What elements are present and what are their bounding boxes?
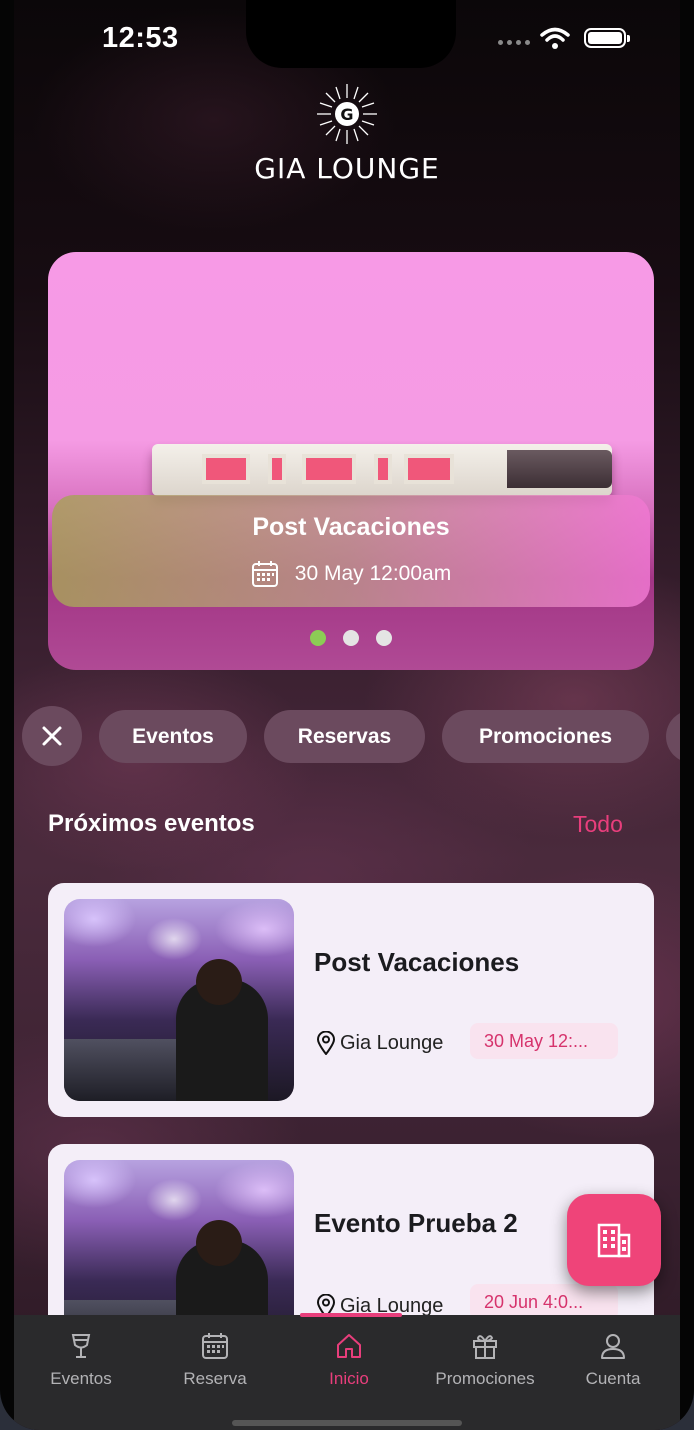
nav-label-inicio: Inicio bbox=[329, 1369, 369, 1388]
filter-chips: Eventos Reservas Promociones bbox=[22, 706, 680, 768]
chip-more[interactable] bbox=[666, 710, 680, 763]
cassette-image bbox=[152, 444, 612, 496]
nav-promociones[interactable]: Promociones bbox=[418, 1331, 552, 1389]
home-screen: 12:53 G GIA LOUNGE Post Vacaciones 30 Ma… bbox=[14, 0, 680, 1430]
gift-icon bbox=[473, 1335, 497, 1359]
status-bar: 12:53 bbox=[14, 0, 680, 80]
featured-event-banner[interactable]: Post Vacaciones 30 May 12:00am bbox=[52, 495, 650, 607]
featured-carousel[interactable]: Post Vacaciones 30 May 12:00am bbox=[48, 252, 654, 670]
nav-eventos[interactable]: Eventos bbox=[14, 1331, 148, 1389]
nav-label-cuenta: Cuenta bbox=[585, 1369, 641, 1388]
building-icon bbox=[597, 1223, 631, 1258]
nav-cuenta[interactable]: Cuenta bbox=[546, 1331, 680, 1389]
carousel-dot-1[interactable] bbox=[310, 630, 326, 646]
carousel-pagination bbox=[310, 630, 392, 646]
venue-fab-button[interactable] bbox=[567, 1194, 661, 1286]
active-tab-indicator bbox=[300, 1313, 402, 1317]
event-card[interactable]: Post Vacaciones Gia Lounge 30 May 12:... bbox=[48, 883, 654, 1117]
section-title: Próximos eventos bbox=[48, 810, 255, 837]
chip-promociones[interactable]: Promociones bbox=[442, 710, 649, 763]
battery-icon bbox=[584, 28, 630, 48]
close-icon bbox=[42, 726, 62, 746]
wifi-icon bbox=[540, 27, 570, 49]
carousel-dot-3[interactable] bbox=[376, 630, 392, 646]
event-photo bbox=[64, 899, 294, 1101]
calendar-icon bbox=[202, 1333, 228, 1359]
carousel-dot-2[interactable] bbox=[343, 630, 359, 646]
chip-eventos[interactable]: Eventos bbox=[99, 710, 247, 763]
nav-label-eventos: Eventos bbox=[50, 1369, 112, 1388]
svg-text:G: G bbox=[340, 105, 353, 124]
event-title: Evento Prueba 2 bbox=[314, 1208, 518, 1238]
event-title: Post Vacaciones bbox=[314, 947, 520, 977]
home-indicator bbox=[232, 1420, 462, 1426]
sunburst-g-logo-icon: G bbox=[317, 84, 377, 144]
device-frame: 12:53 G GIA LOUNGE Post Vacaciones 30 Ma… bbox=[0, 0, 694, 1430]
user-icon bbox=[601, 1334, 625, 1359]
nav-label-reserva: Reserva bbox=[183, 1369, 247, 1388]
event-venue-label: Gia Lounge bbox=[340, 1031, 444, 1054]
calendar-icon bbox=[251, 561, 278, 587]
featured-event-date: 30 May 12:00am bbox=[294, 562, 452, 585]
cellular-signal-icon bbox=[498, 40, 530, 45]
event-venue: Gia Lounge bbox=[316, 1031, 443, 1055]
see-all-link[interactable]: Todo bbox=[573, 811, 623, 838]
featured-event-title: Post Vacaciones bbox=[252, 513, 450, 541]
nav-inicio[interactable]: Inicio bbox=[282, 1331, 416, 1389]
chip-reservas[interactable]: Reservas bbox=[264, 710, 425, 763]
home-icon bbox=[337, 1334, 361, 1358]
location-pin-icon bbox=[316, 1031, 336, 1055]
clear-filter-button[interactable] bbox=[22, 706, 82, 766]
dynamic-island bbox=[246, 0, 456, 68]
brand-name: GIA LOUNGE bbox=[254, 152, 440, 185]
event-date-badge: 30 May 12:... bbox=[470, 1023, 618, 1059]
nav-reserva[interactable]: Reserva bbox=[148, 1331, 282, 1389]
cocktail-glass-icon bbox=[71, 1334, 91, 1358]
brand-logo: G GIA LOUNGE bbox=[14, 82, 680, 185]
bottom-navigation: Eventos Reserva Inicio Promociones Cuent… bbox=[14, 1313, 680, 1430]
status-time: 12:53 bbox=[102, 22, 179, 54]
nav-label-promociones: Promociones bbox=[435, 1369, 535, 1388]
